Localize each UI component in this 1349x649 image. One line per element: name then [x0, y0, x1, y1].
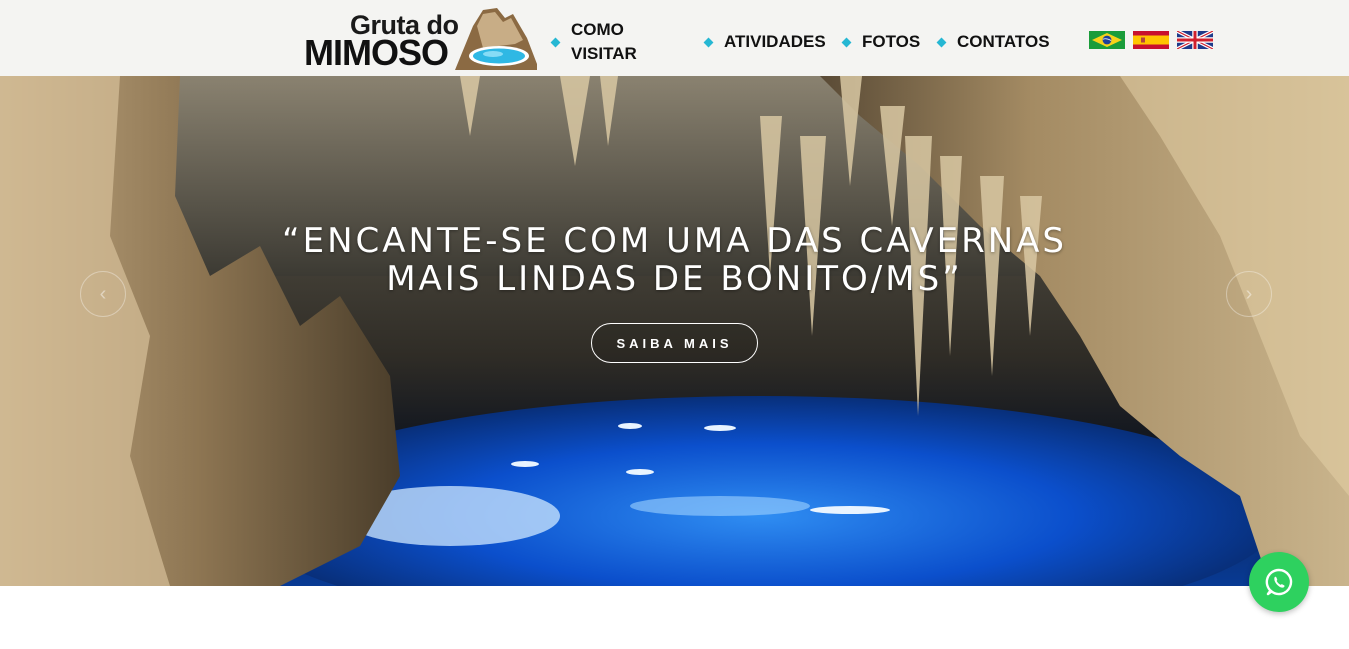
whatsapp-button[interactable] [1249, 552, 1309, 612]
spain-flag-icon[interactable] [1133, 31, 1169, 49]
diamond-bullet-icon [703, 37, 714, 47]
nav-contatos[interactable]: CONTATOS [936, 30, 1050, 54]
nav-atividades[interactable]: ATIVIDADES [703, 30, 826, 54]
nav-fotos[interactable]: FOTOS [841, 30, 921, 54]
diamond-bullet-icon [936, 37, 947, 47]
slider-next-button[interactable]: › [1226, 271, 1272, 317]
nav-como-visitar[interactable]: COMO VISITAR [550, 18, 641, 66]
nav-label: FOTOS [862, 32, 921, 51]
nav-label: CONTATOS [957, 32, 1050, 51]
uk-flag-icon[interactable] [1177, 31, 1213, 49]
language-selector [1089, 31, 1213, 49]
site-header: Gruta do MIMOSO COMO VISITAR ATIVIDADES … [0, 0, 1349, 76]
whatsapp-icon [1265, 568, 1293, 596]
diamond-bullet-icon [550, 37, 561, 47]
site-logo[interactable]: Gruta do MIMOSO [303, 4, 539, 73]
hero-quote-line2: MAIS LINDAS DE BONITO/MS” [386, 259, 963, 299]
nav-label: ATIVIDADES [724, 32, 826, 51]
nav-label: COMO VISITAR [571, 20, 637, 63]
hero-slider: “ENCANTE-SE COM UMA DAS CAVERNAS MAIS LI… [0, 76, 1349, 586]
mountain-lake-icon [455, 8, 537, 70]
slider-prev-button[interactable]: ‹ [80, 271, 126, 317]
logo-text-main: MIMOSO [304, 32, 449, 73]
diamond-bullet-icon [841, 37, 852, 47]
hero-quote-line1: “ENCANTE-SE COM UMA DAS CAVERNAS [282, 221, 1067, 261]
brazil-flag-icon[interactable] [1089, 31, 1125, 49]
chevron-left-icon: ‹ [99, 282, 107, 305]
hero-quote: “ENCANTE-SE COM UMA DAS CAVERNAS MAIS LI… [0, 222, 1349, 298]
saiba-mais-button[interactable]: SAIBA MAIS [591, 323, 758, 363]
chevron-right-icon: › [1245, 282, 1253, 305]
